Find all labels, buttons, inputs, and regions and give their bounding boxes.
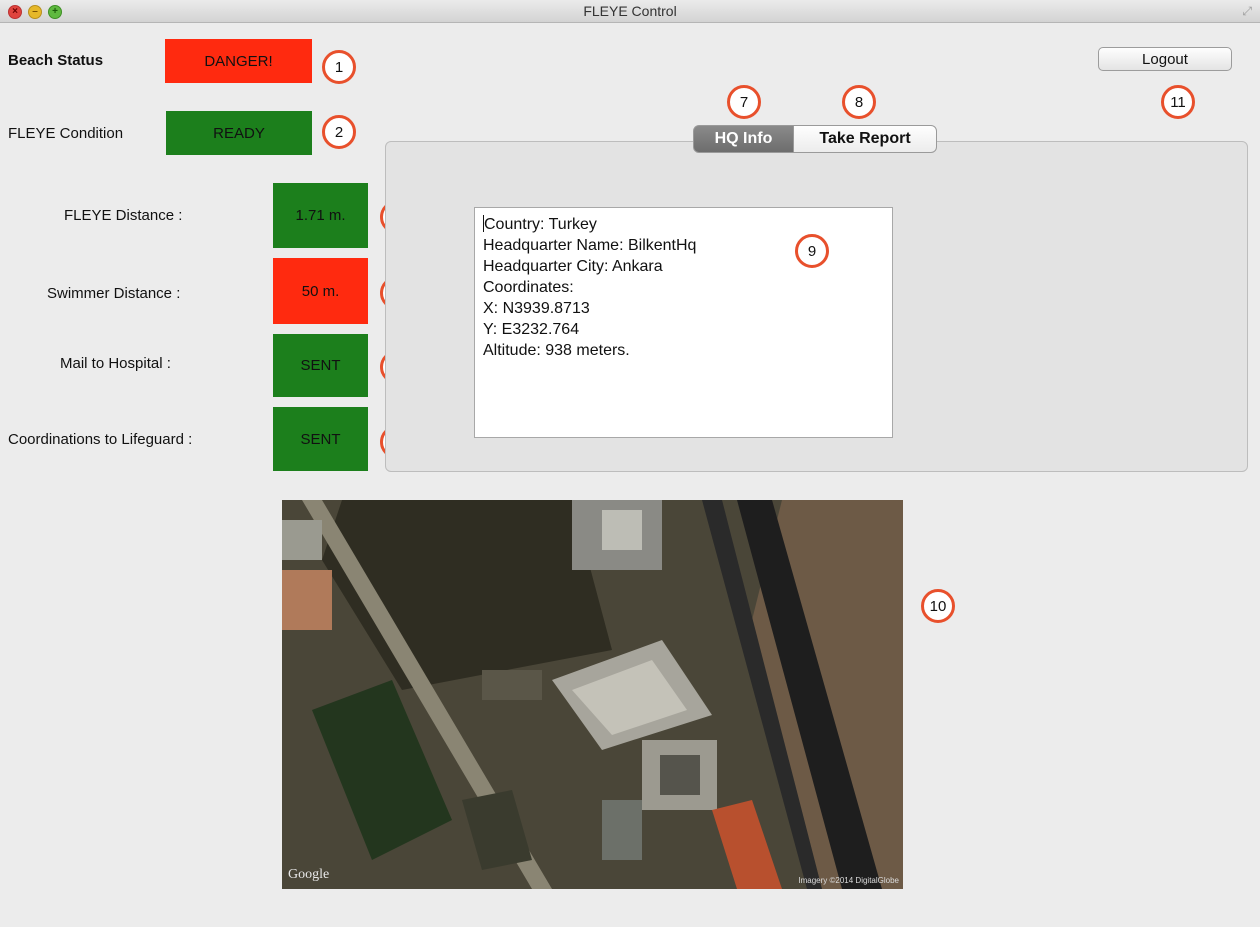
- logout-button[interactable]: Logout: [1098, 47, 1232, 71]
- beach-status-label: Beach Status: [8, 52, 104, 69]
- tab-hq-info[interactable]: HQ Info: [693, 125, 794, 153]
- hq-info-line: Altitude: 938 meters.: [483, 342, 630, 359]
- hq-info-line: Coordinates:: [483, 279, 574, 296]
- window-titlebar: × – + FLEYE Control ⤢: [0, 0, 1260, 23]
- mail-hospital-label: Mail to Hospital :: [60, 355, 171, 372]
- window-title: FLEYE Control: [583, 3, 677, 19]
- satellite-imagery: [282, 500, 903, 889]
- hq-info-textarea[interactable]: Country: Turkey Headquarter Name: Bilken…: [474, 207, 893, 438]
- fleye-distance-label: FLEYE Distance :: [64, 207, 183, 224]
- coordinations-lifeguard-label: Coordinations to Lifeguard :: [8, 431, 193, 448]
- callout-8: 8: [842, 85, 876, 119]
- map-attribution: Imagery ©2014 DigitalGlobe: [798, 876, 899, 885]
- swimmer-distance-value: 50 m.: [273, 258, 368, 324]
- hq-info-line: X: N3939.8713: [483, 300, 590, 317]
- tab-bar: HQ Info Take Report: [693, 125, 937, 155]
- callout-10: 10: [921, 589, 955, 623]
- callout-2: 2: [322, 115, 356, 149]
- callout-1: 1: [322, 50, 356, 84]
- beach-status-value: DANGER!: [165, 39, 312, 83]
- tab-take-report[interactable]: Take Report: [794, 125, 937, 153]
- callout-11: 11: [1161, 85, 1195, 119]
- hq-info-line: Country: Turkey: [483, 215, 597, 233]
- map-watermark: Google: [288, 867, 330, 882]
- fleye-condition-value: READY: [166, 111, 312, 155]
- hq-info-line: Y: E3232.764: [483, 321, 580, 338]
- callout-9: 9: [795, 234, 829, 268]
- satellite-map[interactable]: Google Imagery ©2014 DigitalGlobe: [282, 500, 903, 889]
- callout-7: 7: [727, 85, 761, 119]
- mail-hospital-value: SENT: [273, 334, 368, 397]
- swimmer-distance-label: Swimmer Distance :: [47, 285, 181, 302]
- coordinations-lifeguard-value: SENT: [273, 407, 368, 471]
- fleye-condition-label: FLEYE Condition: [8, 125, 124, 142]
- fleye-distance-value: 1.71 m.: [273, 183, 368, 248]
- fullscreen-icon[interactable]: ⤢: [1242, 4, 1252, 19]
